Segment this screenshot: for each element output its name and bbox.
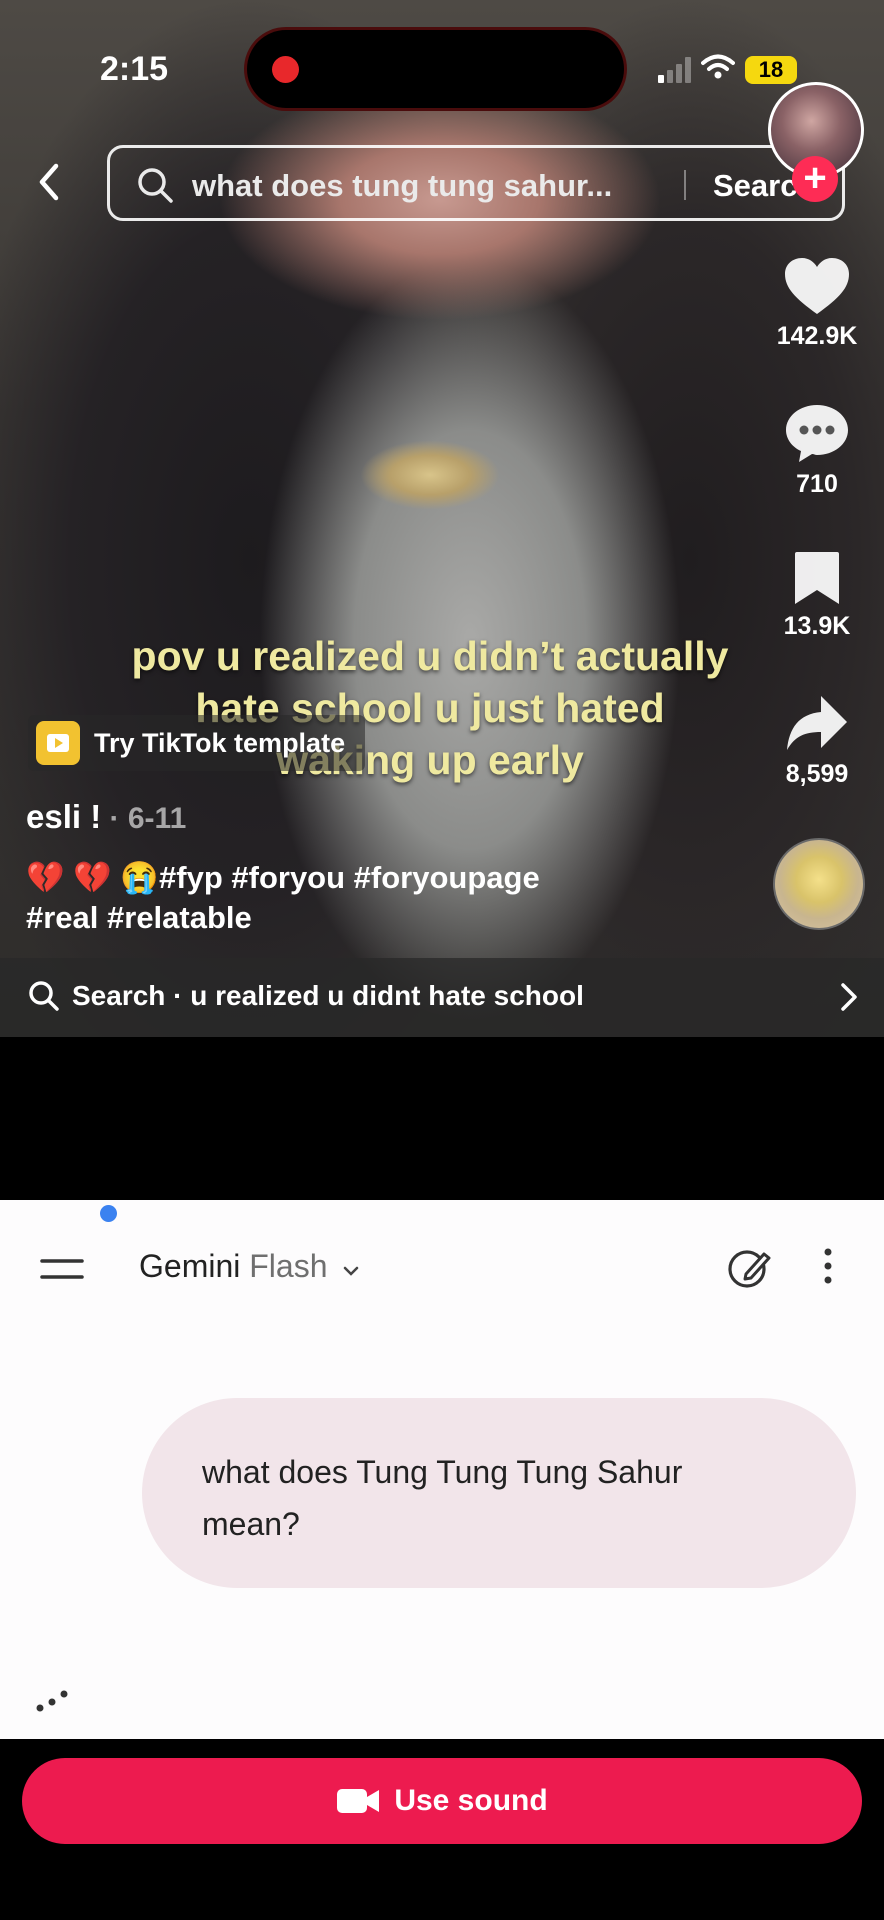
video-camera-icon [337,1789,380,1813]
back-button[interactable] [30,160,70,204]
status-icons: 18 [658,54,797,85]
loading-dots-icon [34,1686,74,1721]
use-sound-label: Use sound [394,1784,548,1817]
wifi-icon [701,54,735,85]
chevron-right-icon [840,982,858,1017]
bookmark-icon [795,552,839,604]
comment-button[interactable]: 710 [762,402,872,499]
notification-dot [100,1205,117,1222]
like-count: 142.9K [776,322,858,350]
try-template-button[interactable]: Try TikTok template [28,715,366,771]
share-button[interactable]: 8,599 [762,694,872,789]
like-button[interactable]: 142.9K [762,256,872,351]
dynamic-island [247,30,624,108]
search-bar[interactable]: what does tung tung sahur... Search [107,145,845,221]
related-search-bar[interactable]: Search · u realized u didnt hate school [0,958,884,1037]
template-icon [36,721,80,765]
new-chat-icon[interactable] [726,1244,772,1295]
video-description: 💔 💔 😭#fyp #foryou #foryoupage #real #rel… [26,858,646,938]
save-count: 13.9K [783,612,851,640]
sound-disc-icon[interactable] [773,838,865,930]
signal-icon [658,56,691,83]
comment-icon [786,405,848,462]
search-divider [684,170,686,200]
menu-icon[interactable] [40,1255,84,1288]
chevron-down-icon [344,1266,359,1276]
comment-count: 710 [796,470,838,498]
battery-icon: 18 [745,55,797,84]
recording-indicator-icon [272,56,299,83]
search-query[interactable]: what does tung tung sahur... [192,168,612,204]
author-name[interactable]: esli ! [26,798,101,835]
video-necklace-detail [360,440,500,510]
description-line-2: #real #relatable [26,900,252,935]
gemini-screen: Gemini Flash what does Tung Tung Tung Sa… [0,1200,884,1739]
save-button[interactable]: 13.9K [762,550,872,641]
caption-line-1: pov u realized u didn’t actually [131,633,729,679]
chevron-left-icon [39,163,59,201]
model-name: Flash [249,1248,328,1284]
search-icon [136,166,174,209]
template-label: Try TikTok template [94,727,346,758]
follow-plus-icon[interactable]: + [792,156,838,202]
author-line[interactable]: esli ! · 6-11 [26,798,186,836]
related-search-text: Search · u realized u didnt hate school [72,980,584,1011]
prompt-line-2: mean? [202,1506,300,1542]
search-icon [28,980,60,1017]
model-selector[interactable]: Gemini Flash [139,1248,360,1285]
description-line-1: 💔 💔 😭#fyp #foryou #foryoupage [26,860,540,895]
post-date: · 6-11 [101,802,187,835]
gemini-app-name: Gemini [139,1248,241,1284]
user-prompt-bubble: what does Tung Tung Tung Sahur mean? [142,1398,856,1588]
prompt-line-1: what does Tung Tung Tung Sahur [202,1454,683,1490]
more-options-icon[interactable] [818,1246,838,1291]
use-sound-button[interactable]: Use sound [22,1758,862,1844]
heart-icon [785,258,849,314]
status-time: 2:15 [100,50,169,88]
share-count: 8,599 [785,760,849,788]
share-icon [787,696,847,750]
